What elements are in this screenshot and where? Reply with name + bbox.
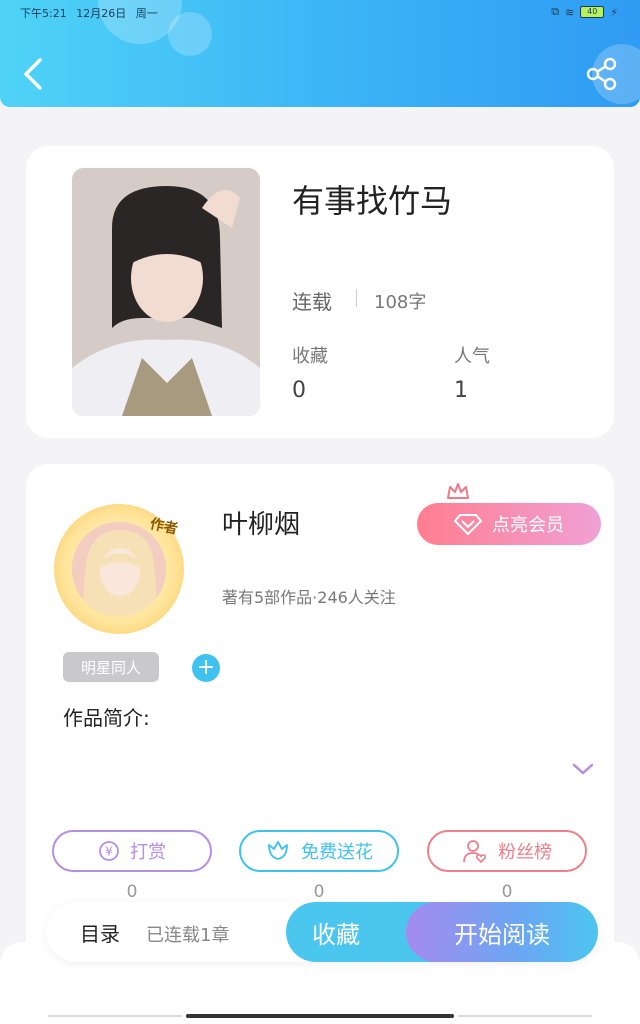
bottom-action-bar: 目录 已连载1章 收藏 开始阅读 bbox=[46, 902, 598, 962]
book-title: 有事找竹马 bbox=[292, 182, 453, 220]
back-button[interactable] bbox=[20, 56, 50, 92]
tip-button-label: 打赏 bbox=[130, 842, 166, 863]
book-status: 连载 bbox=[292, 290, 332, 314]
tip-button[interactable]: ¥ 打赏 bbox=[52, 830, 212, 872]
word-count: 108字 bbox=[374, 292, 427, 313]
home-indicator[interactable] bbox=[186, 1014, 454, 1018]
gesture-line bbox=[458, 1015, 592, 1017]
status-time: 下午5:21 bbox=[20, 7, 67, 20]
author-avatar[interactable]: 作者 bbox=[54, 504, 184, 634]
share-button[interactable] bbox=[584, 56, 620, 92]
wifi-icon: ≋ bbox=[565, 5, 575, 19]
fan-ranking-button[interactable]: 粉丝榜 bbox=[427, 830, 587, 872]
book-cover-image[interactable] bbox=[72, 168, 260, 416]
stat-value-popularity: 1 bbox=[454, 378, 468, 403]
add-tag-button[interactable]: + bbox=[192, 654, 220, 682]
status-icons: ⧉ ≋ 40 ⚡ bbox=[551, 5, 618, 19]
fan-count: 0 bbox=[501, 882, 513, 902]
charging-icon: ⚡ bbox=[610, 5, 618, 19]
stat-value-favorites: 0 bbox=[292, 378, 306, 403]
status-date: 12月26日 bbox=[76, 7, 127, 20]
stat-label-popularity: 人气 bbox=[454, 346, 490, 367]
author-card: 作者 叶柳烟 著有5部作品·246人关注 点亮会员 明星同人 + 作品简介: ¥… bbox=[26, 464, 614, 964]
chapter-count: 已连载1章 bbox=[146, 925, 230, 946]
send-flower-button-label: 免费送花 bbox=[301, 842, 373, 863]
intro-label: 作品简介: bbox=[63, 706, 150, 730]
send-flower-button[interactable]: 免费送花 bbox=[239, 830, 399, 872]
author-meta: 著有5部作品·246人关注 bbox=[222, 588, 396, 607]
avatar-illustration bbox=[72, 522, 166, 616]
toc-button[interactable]: 目录 bbox=[80, 918, 120, 947]
diamond-icon bbox=[454, 514, 482, 535]
header-bubble bbox=[168, 12, 212, 56]
top-header: 下午5:21 12月26日 周一 ⧉ ≋ 40 ⚡ bbox=[0, 0, 640, 107]
stat-label-favorites: 收藏 bbox=[292, 346, 328, 367]
battery-icon: 40 bbox=[580, 6, 605, 18]
cover-portrait-illustration bbox=[72, 168, 260, 416]
author-name: 叶柳烟 bbox=[222, 510, 301, 540]
genre-tag[interactable]: 明星同人 bbox=[63, 652, 159, 682]
status-weekday: 周一 bbox=[135, 7, 158, 20]
tip-count: 0 bbox=[126, 882, 138, 902]
crown-icon bbox=[447, 483, 469, 499]
book-info-card: 有事找竹马 连载 108字 收藏 0 人气 1 bbox=[26, 146, 614, 438]
user-heart-icon bbox=[463, 840, 487, 864]
author-badge: 作者 bbox=[148, 516, 180, 538]
flower-icon bbox=[268, 841, 288, 860]
rotate-icon: ⧉ bbox=[551, 5, 560, 18]
status-bar: 下午5:21 12月26日 周一 bbox=[20, 5, 164, 21]
start-reading-button[interactable]: 开始阅读 bbox=[406, 902, 598, 962]
divider bbox=[356, 289, 357, 307]
avatar-image bbox=[72, 522, 166, 616]
yen-coin-icon: ¥ bbox=[99, 841, 119, 861]
fan-ranking-button-label: 粉丝榜 bbox=[498, 842, 552, 863]
vip-button[interactable]: 点亮会员 bbox=[417, 503, 601, 545]
gesture-line bbox=[48, 1015, 182, 1017]
share-icon bbox=[586, 57, 617, 91]
vip-button-label: 点亮会员 bbox=[492, 515, 564, 536]
svg-text:¥: ¥ bbox=[105, 845, 113, 859]
flower-count: 0 bbox=[313, 882, 325, 902]
chevron-down-icon[interactable] bbox=[571, 760, 595, 778]
chevron-left-icon bbox=[24, 58, 42, 90]
